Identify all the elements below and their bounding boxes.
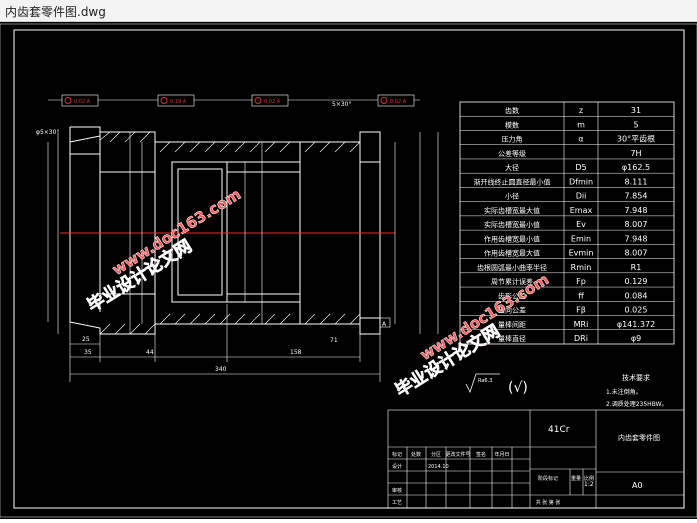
param-value-13: 0.084 — [625, 291, 648, 300]
param-name-0: 齿数 — [505, 106, 519, 115]
roughness-symbol-icon: Ra6.3 (√) — [465, 373, 528, 396]
param-value-7: 7.948 — [625, 206, 648, 215]
cad-drawing: 25 35 44 158 71 340 5×30° φ5×30° 0.02 A … — [0, 23, 697, 518]
dim-3: 44 — [146, 349, 154, 356]
param-symbol-15: MRi — [574, 320, 589, 329]
title-block-label-5: 年月日 — [494, 451, 509, 458]
part-name: 内齿套零件图 — [618, 433, 660, 442]
param-name-4: 大径 — [505, 163, 519, 172]
param-value-0: 31 — [631, 106, 641, 115]
dim-1: 25 — [82, 336, 90, 343]
title-block-label-6: 设计 — [392, 463, 402, 470]
param-value-10: 8.007 — [625, 249, 648, 258]
title-block-label-11: 比例 — [584, 475, 594, 482]
param-symbol-6: Dii — [576, 192, 587, 201]
scale: 1:2 — [584, 481, 594, 488]
param-value-8: 8.007 — [625, 220, 648, 229]
title-block-label-0: 标记 — [392, 451, 402, 458]
param-name-5: 渐开线终止圆直径最小值 — [474, 177, 551, 186]
roughness-check-icon: (√) — [508, 380, 528, 396]
material: 41Cr — [548, 425, 570, 435]
param-name-11: 齿根圆弧最小曲率半径 — [477, 263, 547, 272]
param-value-11: R1 — [631, 263, 642, 272]
param-name-15: 量棒间距 — [498, 320, 526, 329]
dim-5: 71 — [330, 337, 338, 344]
title-block-label-12: 共 张 第 张 — [536, 499, 561, 506]
title-block — [387, 409, 685, 509]
roughness-value: Ra6.3 — [478, 378, 492, 384]
param-value-5: 8.111 — [625, 177, 648, 186]
gdt-1: 0.02 A — [74, 99, 91, 105]
param-symbol-7: Emax — [570, 206, 593, 215]
param-value-9: 7.948 — [625, 234, 648, 243]
title-block-label-2: 分区 — [431, 451, 441, 458]
title-block-label-9: 阶段标记 — [538, 475, 558, 482]
param-symbol-10: Evmin — [569, 249, 594, 258]
tech-req-item-1: 1.未注倒角。 — [606, 388, 642, 396]
part-section — [69, 126, 381, 335]
window-titlebar: 内齿套零件图.dwg — [0, 0, 697, 22]
param-name-8: 实际齿槽宽最小值 — [484, 220, 540, 229]
title-block-label-8: 工艺 — [392, 500, 402, 506]
param-value-16: φ9 — [631, 334, 641, 343]
title-block-label-4: 签名 — [476, 451, 486, 458]
param-name-7: 实际齿槽宽最大值 — [484, 206, 540, 215]
param-symbol-14: Fβ — [576, 306, 586, 315]
gdt-3: 0.02 A — [264, 99, 281, 105]
param-symbol-2: α — [578, 135, 583, 144]
param-symbol-1: m — [577, 120, 585, 129]
sheet-size: A0 — [632, 481, 643, 490]
dim-total: 340 — [215, 366, 227, 373]
param-value-1: 5 — [633, 120, 638, 129]
param-name-6: 小径 — [505, 192, 519, 201]
param-value-2: 30°平齿根 — [617, 134, 655, 144]
param-symbol-0: z — [579, 106, 583, 115]
dim-angle: 5×30° — [332, 101, 351, 108]
param-name-10: 作用齿槽宽最大值 — [484, 249, 540, 258]
title-block-label-1: 处数 — [411, 451, 421, 458]
title-block-label-7: 审核 — [392, 487, 402, 494]
param-symbol-5: Dfmin — [569, 177, 593, 186]
outer-frame — [0, 23, 697, 518]
param-symbol-12: Fp — [576, 277, 586, 286]
param-symbol-9: Emin — [571, 234, 591, 243]
param-symbol-11: Rmin — [571, 263, 592, 272]
title-block-label-3: 更改文件号 — [445, 451, 470, 458]
param-name-9: 作用齿槽宽最小值 — [484, 234, 540, 243]
param-value-6: 7.854 — [625, 192, 648, 201]
param-value-4: φ162.5 — [622, 163, 650, 172]
param-symbol-13: ff — [578, 291, 584, 300]
param-name-1: 模数 — [505, 120, 519, 129]
param-value-15: φ141.372 — [617, 320, 655, 329]
window-title: 内齿套零件图.dwg — [5, 5, 106, 19]
param-value-14: 0.025 — [625, 306, 648, 315]
tech-req-title: 技术要求 — [622, 373, 650, 382]
param-value-12: 0.129 — [625, 277, 648, 286]
gdt-2: 0.19 A — [170, 99, 187, 105]
param-name-2: 压力角 — [502, 135, 523, 144]
param-name-3: 公差等级 — [498, 149, 526, 158]
param-symbol-8: Ev — [576, 220, 586, 229]
title-block-label-10: 重量 — [571, 475, 581, 482]
tech-req-item-2: 2.调质处理235HBW。 — [606, 400, 668, 408]
dim-chamfer: φ5×30° — [36, 129, 59, 136]
cad-canvas[interactable]: 25 35 44 158 71 340 5×30° φ5×30° 0.02 A … — [0, 22, 697, 519]
dim-4: 158 — [290, 349, 302, 356]
dim-2: 35 — [84, 349, 92, 356]
param-value-3: 7H — [630, 149, 641, 158]
param-symbol-4: D5 — [575, 163, 586, 172]
gdt-frames: 0.02 A 0.19 A 0.02 A 0.02 A — [48, 94, 420, 107]
param-symbol-16: DRi — [574, 334, 588, 343]
gdt-4: 0.02 A — [390, 99, 407, 105]
date: 2014.10 — [428, 464, 449, 470]
watermark-2: 毕业设计论文网 www.doc163.com — [391, 270, 552, 402]
